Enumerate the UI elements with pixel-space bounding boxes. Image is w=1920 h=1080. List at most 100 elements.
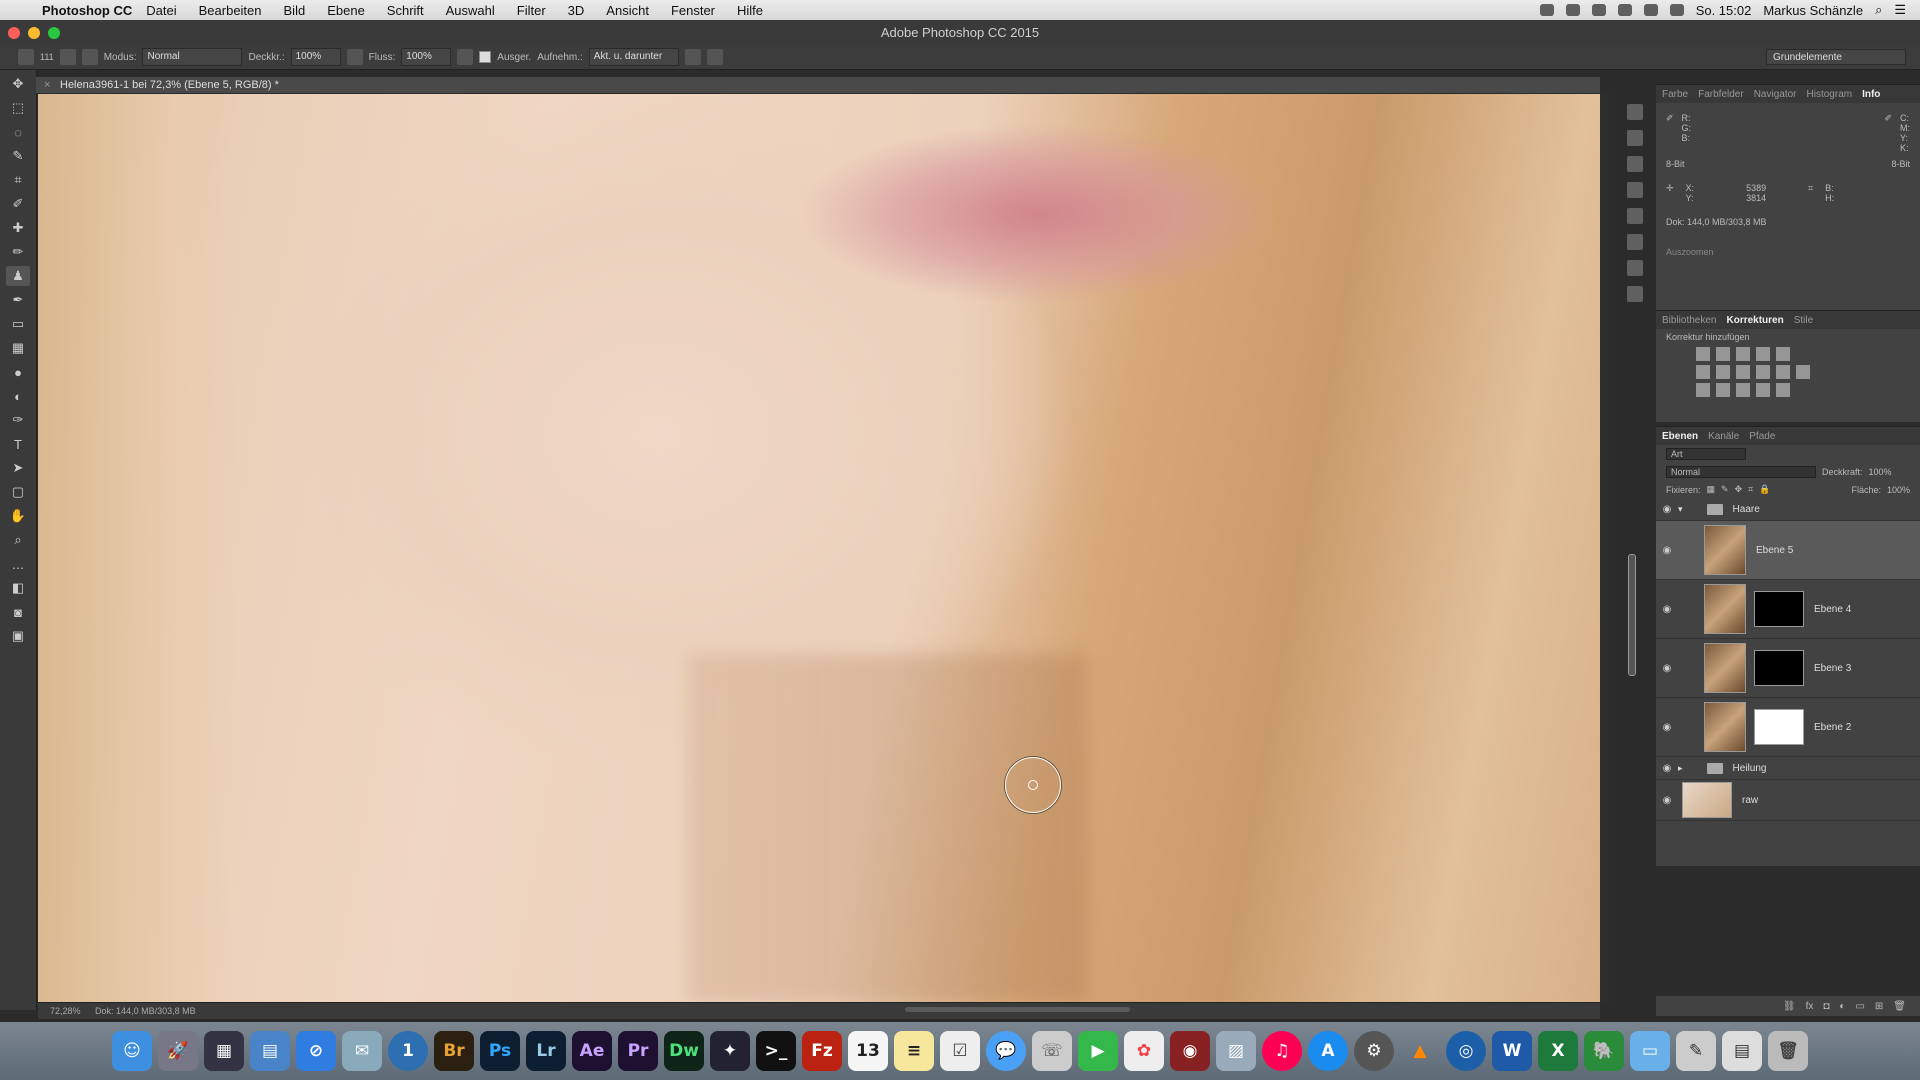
tab-navigator[interactable]: Navigator <box>1754 89 1797 100</box>
vertical-scroll-thumb[interactable] <box>1628 554 1636 676</box>
channel-mixer-icon[interactable] <box>1776 365 1790 379</box>
tab-korrekturen[interactable]: Korrekturen <box>1726 315 1783 326</box>
path-selection-tool-icon[interactable]: ➤ <box>6 458 30 478</box>
new-group-icon[interactable]: ▭ <box>1855 1001 1864 1012</box>
dock-word-icon[interactable]: W <box>1492 1031 1532 1071</box>
dock-finder-icon[interactable]: ☺ <box>112 1031 152 1071</box>
link-layers-icon[interactable]: ⛓ <box>1783 1001 1796 1012</box>
dock-motion-icon[interactable]: ✦ <box>710 1031 750 1071</box>
crop-tool-icon[interactable]: ⌗ <box>6 170 30 190</box>
close-window-button[interactable] <box>8 27 20 39</box>
actions-panel-icon[interactable] <box>1627 130 1643 146</box>
blur-tool-icon[interactable]: ● <box>6 362 30 382</box>
history-panel-icon[interactable] <box>1627 104 1643 120</box>
dock-premiere-icon[interactable]: Pr <box>618 1031 658 1071</box>
creative-cloud-icon[interactable] <box>1617 4 1632 16</box>
dock-trash-icon[interactable]: 🗑 <box>1768 1031 1808 1071</box>
clone-stamp-tool-preset-icon[interactable] <box>18 49 34 65</box>
blend-mode-select[interactable]: Normal <box>1666 466 1816 478</box>
quick-mask-icon[interactable]: ◙ <box>6 602 30 622</box>
wifi-icon[interactable] <box>1643 4 1658 16</box>
move-tool-icon[interactable]: ✥ <box>6 74 30 94</box>
minimize-window-button[interactable] <box>28 27 40 39</box>
quick-selection-tool-icon[interactable]: ✎ <box>6 146 30 166</box>
lock-transparency-icon[interactable]: ▦ <box>1707 484 1716 495</box>
dock-itunes-icon[interactable]: ♫ <box>1262 1031 1302 1071</box>
status-icon[interactable] <box>1539 4 1554 16</box>
properties-panel-icon[interactable] <box>1627 182 1643 198</box>
screen-mode-icon[interactable]: ▣ <box>6 626 30 646</box>
dropbox-icon[interactable] <box>1565 4 1580 16</box>
dock-photos-icon[interactable]: ✿ <box>1124 1031 1164 1071</box>
menu-hilfe[interactable]: Hilfe <box>737 3 763 18</box>
layer-opacity-value[interactable]: 100% <box>1869 467 1892 477</box>
zoom-tool-icon[interactable]: ⌕ <box>6 530 30 550</box>
menu-filter[interactable]: Filter <box>517 3 546 18</box>
spotlight-icon[interactable]: ⌕ <box>1875 2 1882 18</box>
document-tab[interactable]: × Helena3961-1 bei 72,3% (Ebene 5, RGB/8… <box>36 77 1600 93</box>
tab-kanaele[interactable]: Kanäle <box>1708 431 1739 442</box>
layer-mask-thumbnail[interactable] <box>1754 709 1804 745</box>
color-lookup-icon[interactable] <box>1796 365 1810 379</box>
menubar-clock[interactable]: So. 15:02 <box>1696 3 1752 18</box>
invert-icon[interactable] <box>1696 383 1710 397</box>
menu-app-name[interactable]: Photoshop CC <box>42 3 132 18</box>
flow-input[interactable]: 100% <box>401 48 452 66</box>
menu-3d[interactable]: 3D <box>568 3 585 18</box>
dock-lightroom-icon[interactable]: Lr <box>526 1031 566 1071</box>
layer-filter-select[interactable]: Art <box>1666 448 1746 460</box>
brightness-contrast-icon[interactable] <box>1696 347 1710 361</box>
dock-excel-icon[interactable]: X <box>1538 1031 1578 1071</box>
brush-tool-icon[interactable]: ✏ <box>6 242 30 262</box>
dock-reminders-icon[interactable]: ☑ <box>940 1031 980 1071</box>
menu-fenster[interactable]: Fenster <box>671 3 715 18</box>
group-expand-chevron-icon[interactable]: ▾ <box>1678 504 1683 515</box>
layer-group-haare[interactable]: ◉ ▾ Haare <box>1656 498 1920 521</box>
dock-preview-icon[interactable]: ▤ <box>250 1031 290 1071</box>
menu-bearbeiten[interactable]: Bearbeiten <box>199 3 262 18</box>
dock-after-effects-icon[interactable]: Ae <box>572 1031 612 1071</box>
tab-stile[interactable]: Stile <box>1794 315 1813 326</box>
status-icon[interactable] <box>1591 4 1606 16</box>
lock-all-icon[interactable]: 🔒 <box>1759 484 1770 495</box>
add-mask-icon[interactable]: ◘ <box>1823 1001 1829 1012</box>
history-brush-tool-icon[interactable]: ✒ <box>6 290 30 310</box>
layer-ebene-4[interactable]: ◉ Ebene 4 <box>1656 580 1920 639</box>
more-tools-icon[interactable]: … <box>6 554 30 574</box>
dock-messages-icon[interactable]: 💬 <box>986 1031 1026 1071</box>
dock-filezilla-icon[interactable]: Fz <box>802 1031 842 1071</box>
zoom-window-button[interactable] <box>48 27 60 39</box>
dock-mail-icon[interactable]: ✉ <box>342 1031 382 1071</box>
posterize-icon[interactable] <box>1716 383 1730 397</box>
eyedropper-icon[interactable]: ✐ <box>1666 113 1674 153</box>
dock-facetime-icon[interactable]: ▶ <box>1078 1031 1118 1071</box>
dock-preview-icon[interactable]: ▨ <box>1216 1031 1256 1071</box>
close-document-icon[interactable]: × <box>44 77 50 93</box>
menu-auswahl[interactable]: Auswahl <box>446 3 495 18</box>
dock-app-store-icon[interactable]: A <box>1308 1031 1348 1071</box>
curves-icon[interactable] <box>1736 347 1750 361</box>
dock-vlc-icon[interactable]: ▲ <box>1400 1031 1440 1071</box>
canvas-horizontal-scrollbar[interactable] <box>905 1007 1130 1012</box>
visibility-eye-icon[interactable]: ◉ <box>1656 545 1678 556</box>
healing-brush-tool-icon[interactable]: ✚ <box>6 218 30 238</box>
clone-source-panel-icon[interactable] <box>81 49 98 65</box>
ignore-adjustment-layers-icon[interactable] <box>684 49 701 65</box>
glyphs-panel-icon[interactable] <box>1627 260 1643 276</box>
vibrance-icon[interactable] <box>1776 347 1790 361</box>
dock-photoshop-icon[interactable]: Ps <box>480 1031 520 1071</box>
menu-schrift[interactable]: Schrift <box>387 3 424 18</box>
tab-pfade[interactable]: Pfade <box>1749 431 1775 442</box>
layer-style-icon[interactable]: fx <box>1806 1001 1814 1012</box>
notification-center-icon[interactable]: ☰ <box>1894 2 1906 18</box>
hand-tool-icon[interactable]: ✋ <box>6 506 30 526</box>
dock-mission-control-icon[interactable]: ▦ <box>204 1031 244 1071</box>
tab-histogram[interactable]: Histogram <box>1807 89 1853 100</box>
lock-pixels-icon[interactable]: ✎ <box>1721 484 1729 495</box>
dock-photo-booth-icon[interactable]: ◉ <box>1170 1031 1210 1071</box>
dock-launchpad-icon[interactable]: 🚀 <box>158 1031 198 1071</box>
selective-color-icon[interactable] <box>1756 383 1770 397</box>
canvas-vertical-scrollbar[interactable] <box>1601 94 1636 1002</box>
eyedropper-tool-icon[interactable]: ✐ <box>6 194 30 214</box>
dock-safari-icon[interactable]: ⊘ <box>296 1031 336 1071</box>
